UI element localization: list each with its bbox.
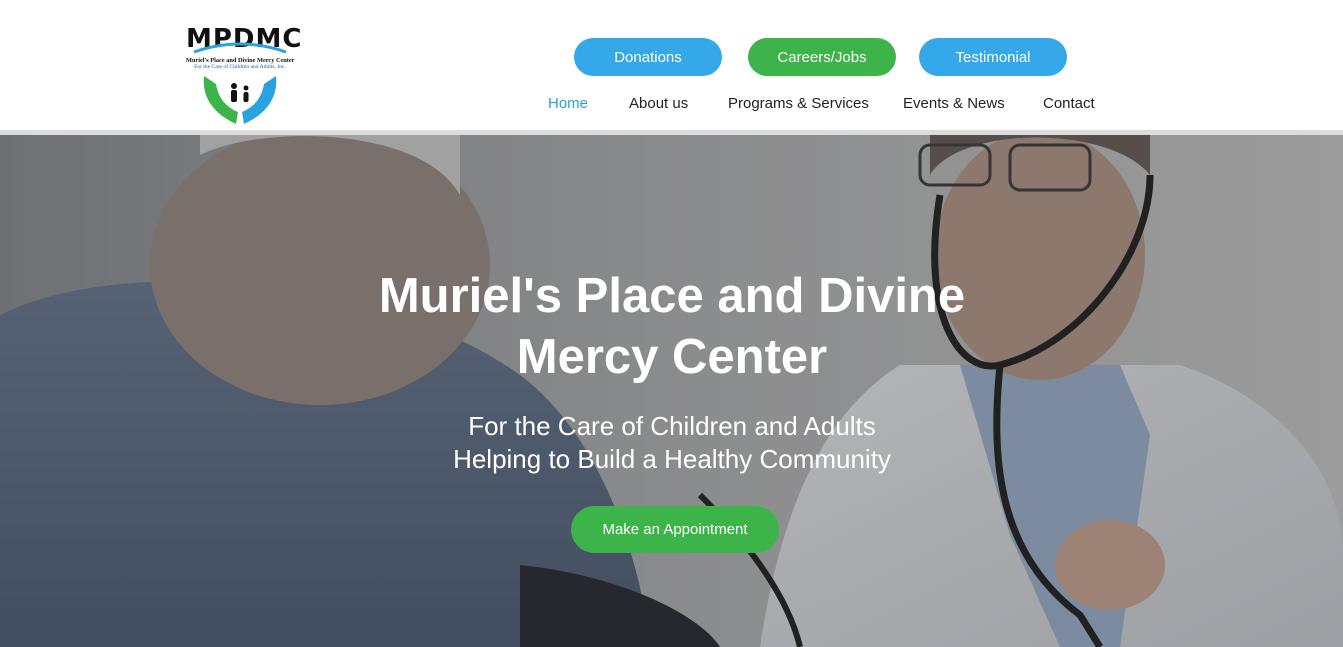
site-logo[interactable]: MPDMC Muriel's Place and Divine Mercy Ce… bbox=[186, 24, 301, 126]
hero-section: Muriel's Place and Divine Mercy Center F… bbox=[0, 135, 1343, 647]
testimonial-button[interactable]: Testimonial bbox=[919, 38, 1067, 76]
hands-icon bbox=[203, 76, 277, 124]
site-header: MPDMC Muriel's Place and Divine Mercy Ce… bbox=[0, 0, 1343, 130]
make-appointment-button[interactable]: Make an Appointment bbox=[571, 506, 779, 553]
logo-tagline-line: For the Care of Children and Adults, Inc… bbox=[194, 64, 286, 70]
hero-title-line-2: Mercy Center bbox=[516, 330, 828, 384]
nav-programs-services[interactable]: Programs & Services bbox=[728, 95, 869, 112]
nav-about-us[interactable]: About us bbox=[629, 95, 688, 112]
hero-title: Muriel's Place and Divine Mercy Center bbox=[372, 266, 972, 388]
hero-subtitle: For the Care of Children and Adults Help… bbox=[372, 410, 972, 476]
hero-subtitle-line-1: For the Care of Children and Adults bbox=[468, 411, 876, 441]
donations-button[interactable]: Donations bbox=[574, 38, 722, 76]
nav-home[interactable]: Home bbox=[548, 95, 588, 112]
hero-subtitle-line-2: Helping to Build a Healthy Community bbox=[453, 444, 891, 474]
nav-contact[interactable]: Contact bbox=[1043, 95, 1095, 112]
logo-name-line: Muriel's Place and Divine Mercy Center bbox=[186, 57, 295, 64]
careers-jobs-button[interactable]: Careers/Jobs bbox=[748, 38, 896, 76]
hero-background-image bbox=[0, 135, 1343, 647]
logo-swoosh-icon bbox=[193, 42, 287, 54]
nav-events-news[interactable]: Events & News bbox=[903, 95, 1005, 112]
hero-title-line-1: Muriel's Place and Divine bbox=[378, 269, 966, 323]
